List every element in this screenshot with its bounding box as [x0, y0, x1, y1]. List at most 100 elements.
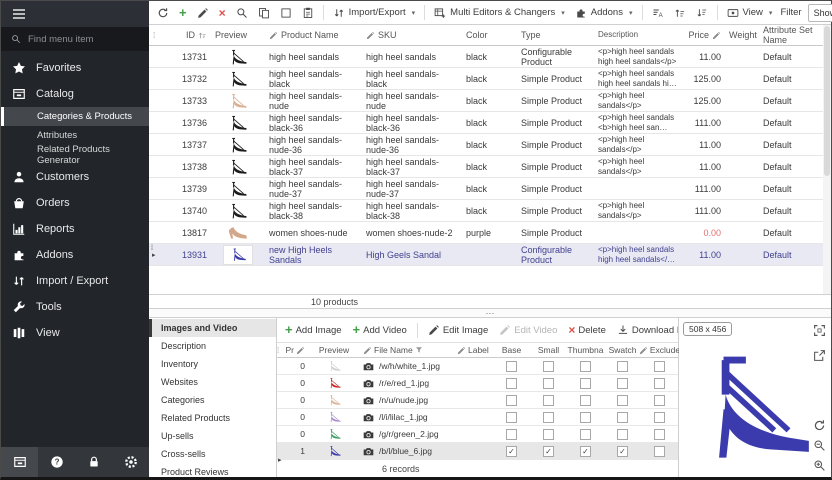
exclude-checkbox[interactable] [654, 395, 665, 406]
column-header-weight[interactable]: Weight [725, 25, 759, 45]
column-header-small[interactable]: Small [530, 345, 567, 355]
exclude-checkbox[interactable] [654, 361, 665, 372]
copy-button[interactable] [254, 5, 274, 21]
product-row[interactable]: 13732 high heel sandals-black high heel … [149, 68, 831, 90]
hamburger-menu-button[interactable] [1, 1, 149, 27]
base-checkbox[interactable]: ✓ [506, 446, 517, 457]
product-row[interactable]: 13739 high heel sandals-nude-37 high hee… [149, 178, 831, 200]
edit-video-button[interactable]: Edit Video [495, 322, 561, 338]
add-image-button[interactable]: +Add Image [281, 323, 346, 338]
delete-image-button[interactable]: ×Delete [564, 323, 609, 338]
product-row[interactable]: 13733 high heel sandals-nude high heel s… [149, 90, 831, 112]
tab-description[interactable]: Description [149, 337, 276, 355]
view-button[interactable]: View [723, 5, 777, 21]
search-products-button[interactable] [232, 5, 252, 21]
image-row[interactable]: 0 /w/h/white_1.jpg [277, 358, 678, 375]
product-row[interactable]: 13738 high heel sandals-black-37 high he… [149, 156, 831, 178]
product-row[interactable]: 13737 high heel sandals-nude-36 high hee… [149, 134, 831, 156]
product-row-selected[interactable]: 13931 new High Heels Sandals High Geels … [149, 244, 831, 266]
edit-image-button[interactable]: Edit Image [424, 322, 492, 338]
tab-up-sells[interactable]: Up-sells [149, 427, 276, 445]
small-checkbox[interactable] [543, 395, 554, 406]
sidebar-item-reports[interactable]: Reports [1, 216, 149, 242]
import-export-button[interactable]: Import/Export [329, 5, 420, 21]
column-header-exclude[interactable]: Exclude [641, 345, 678, 355]
product-row[interactable]: 13740 high heel sandals-black-38 high he… [149, 200, 831, 222]
sidebar-item-import-export[interactable]: Import / Export [1, 268, 149, 294]
column-header-name[interactable]: Product Name [265, 25, 362, 45]
column-header-label[interactable]: Label [453, 345, 493, 355]
sort-columns-button[interactable] [648, 5, 668, 21]
sidebar-item-catalog[interactable]: Catalog [1, 81, 149, 107]
sidebar-item-related-products-generator[interactable]: Related Products Generator [1, 145, 149, 164]
thumbnail-checkbox[interactable] [580, 378, 591, 389]
small-checkbox[interactable] [543, 361, 554, 372]
sort-desc-button[interactable] [692, 5, 712, 21]
image-row[interactable]: 0 /n/u/nude.jpg [277, 392, 678, 409]
base-checkbox[interactable] [506, 429, 517, 440]
image-row-selected[interactable]: 1 /b/l/blue_6.jpg ✓ ✓ ✓ ✓ [277, 443, 678, 460]
menu-search-input[interactable] [28, 34, 128, 45]
exclude-checkbox[interactable] [654, 378, 665, 389]
column-header-attribute-set[interactable]: Attribute Set Name [759, 25, 831, 45]
exclude-checkbox[interactable] [654, 446, 665, 457]
sidebar-item-tools[interactable]: Tools [1, 294, 149, 320]
vertical-scrollbar[interactable] [823, 25, 831, 294]
sidebar-item-favorites[interactable]: Favorites [1, 55, 149, 81]
horizontal-splitter[interactable]: ⋯ [149, 309, 831, 317]
lock-button[interactable] [75, 447, 112, 477]
column-header-file-name[interactable]: File Name [359, 345, 453, 355]
swatch-checkbox[interactable] [617, 429, 628, 440]
thumbnail-checkbox[interactable] [580, 412, 591, 423]
tab-cross-sells[interactable]: Cross-sells [149, 445, 276, 463]
swatch-checkbox[interactable] [617, 361, 628, 372]
column-header-id[interactable]: ID [163, 25, 211, 45]
help-button[interactable] [38, 447, 75, 477]
column-header-base[interactable]: Base [493, 345, 530, 355]
column-header-description[interactable]: Description [594, 25, 683, 45]
tab-inventory[interactable]: Inventory [149, 355, 276, 373]
sidebar-item-orders[interactable]: Orders [1, 190, 149, 216]
column-header-swatch[interactable]: Swatch [604, 345, 641, 355]
pane-splitter-handle[interactable]: ⁞⁞ [149, 237, 154, 259]
multi-editors-button[interactable]: Multi Editors & Changers [430, 5, 569, 21]
swatch-checkbox[interactable]: ✓ [617, 446, 628, 457]
settings-button[interactable] [112, 447, 149, 477]
tab-related-products[interactable]: Related Products [149, 409, 276, 427]
refresh-button[interactable] [153, 5, 173, 21]
zoom-in-icon[interactable] [813, 459, 826, 472]
base-checkbox[interactable] [506, 412, 517, 423]
exclude-checkbox[interactable] [654, 429, 665, 440]
sort-asc-button[interactable] [670, 5, 690, 21]
small-checkbox[interactable]: ✓ [543, 446, 554, 457]
swatch-checkbox[interactable] [617, 378, 628, 389]
fit-to-screen-icon[interactable] [813, 324, 826, 337]
base-checkbox[interactable] [506, 361, 517, 372]
column-header-preview[interactable]: Preview [211, 25, 265, 45]
column-header-preview[interactable]: Preview [309, 345, 359, 355]
thumbnail-checkbox[interactable] [580, 361, 591, 372]
small-checkbox[interactable] [543, 412, 554, 423]
sidebar-search[interactable] [1, 27, 149, 51]
image-row[interactable]: 0 /l/i/lilac_1.jpg [277, 409, 678, 426]
scrollbar-thumb[interactable] [824, 26, 830, 176]
zoom-out-icon[interactable] [813, 439, 826, 452]
paste-button[interactable] [298, 5, 318, 21]
sidebar-item-customers[interactable]: Customers [1, 164, 149, 190]
add-video-button[interactable]: +Add Video [349, 323, 411, 338]
add-product-button[interactable]: + [175, 6, 191, 20]
column-header-price[interactable]: Price [683, 25, 725, 45]
column-header-pr[interactable]: Pr [286, 345, 309, 355]
thumbnail-checkbox[interactable] [580, 395, 591, 406]
tab-categories[interactable]: Categories [149, 391, 276, 409]
base-checkbox[interactable] [506, 395, 517, 406]
sidebar-item-view[interactable]: View [1, 320, 149, 346]
thumbnail-checkbox[interactable]: ✓ [580, 446, 591, 457]
product-row[interactable]: 13817 women shoes-nude women shoes-nude-… [149, 222, 831, 244]
tab-product-reviews[interactable]: Product Reviews [149, 463, 276, 480]
store-button[interactable] [1, 447, 38, 477]
column-header-thumbnail[interactable]: Thumbna [567, 345, 604, 355]
small-checkbox[interactable] [543, 429, 554, 440]
tab-images-and-video[interactable]: Images and Video [149, 319, 276, 337]
swatch-checkbox[interactable] [617, 395, 628, 406]
